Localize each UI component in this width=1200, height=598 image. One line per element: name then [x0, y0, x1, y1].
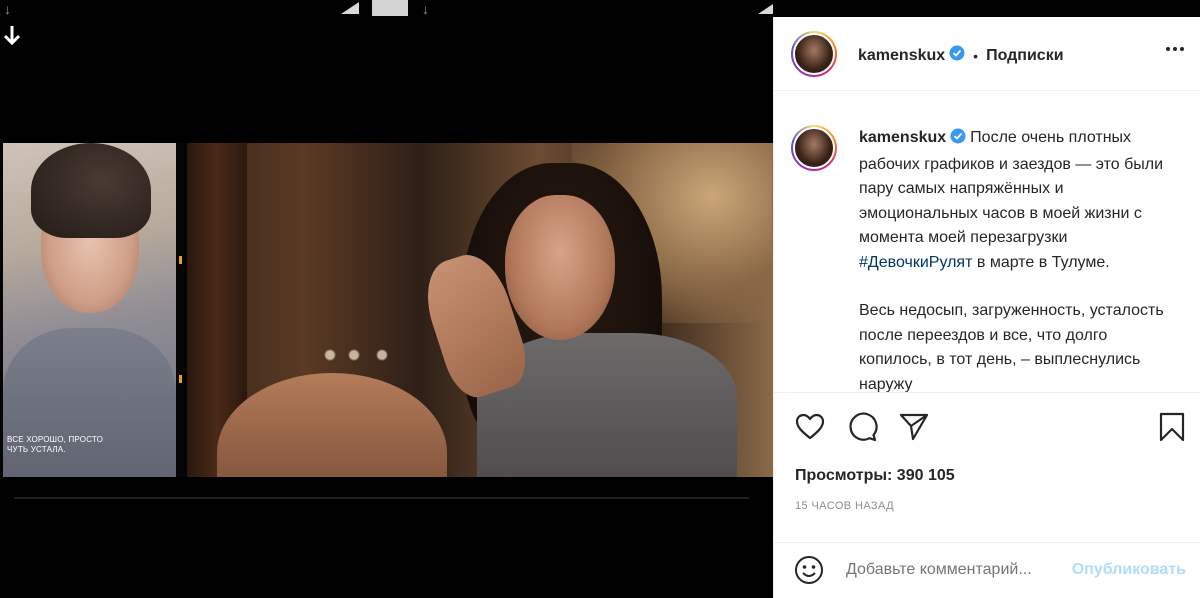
post-timestamp[interactable]: 15 ЧАСОВ НАЗАД [795, 500, 894, 512]
view-count-value: 390 105 [896, 467, 955, 484]
video-subtitle-line: ВСЕ ХОРОШО, ПРОСТО [7, 435, 104, 444]
caption-text: в марте в Тулуме. [972, 253, 1110, 271]
post-sidebar: kamenskux • Подписки kamenskux После очен… [773, 17, 1200, 598]
post-caption: kamenskux После очень плотных рабочих гра… [774, 92, 1200, 392]
caption-paragraph: Весь недосып, загруженность, усталость п… [859, 302, 1164, 392]
following-button[interactable]: Подписки [986, 47, 1063, 65]
video-figure-hair [31, 143, 151, 238]
video-subtitle-line: ЧУТЬ УСТАЛА. [7, 445, 66, 454]
speech-bubble-icon[interactable] [846, 411, 878, 443]
view-count[interactable]: Просмотры: 390 105 [795, 467, 955, 485]
smiley-icon[interactable] [794, 555, 824, 585]
split-marker [179, 375, 182, 383]
view-count-label: Просмотры: [795, 467, 893, 484]
caption-username-link[interactable]: kamenskux [859, 129, 946, 146]
separator-dot: • [973, 47, 979, 64]
caption-text: После очень плотных рабочих графиков и з… [859, 129, 1163, 246]
video-subtitle: ВСЕ ХОРОШО, ПРОСТО ЧУТЬ УСТАЛА. [7, 435, 103, 455]
split-marker [179, 256, 182, 264]
overlay-button[interactable] [372, 0, 408, 16]
overlay-corner-icon [758, 2, 773, 14]
more-options-icon[interactable] [1166, 47, 1184, 51]
video-figure-face [505, 195, 615, 340]
video-right-panel [187, 143, 773, 477]
video-left-panel: ВСЕ ХОРОШО, ПРОСТО ЧУТЬ УСТАЛА. [3, 143, 176, 477]
video-figure-leg [217, 373, 447, 477]
avatar[interactable] [791, 31, 837, 77]
comment-input[interactable] [846, 561, 1058, 579]
post-actions: Просмотры: 390 105 15 ЧАСОВ НАЗАД [774, 392, 1200, 542]
bookmark-icon[interactable] [1156, 411, 1188, 443]
video-scene-lights [322, 343, 402, 367]
verified-badge-icon [949, 45, 965, 66]
post-media[interactable]: ↓ ↓ ↓ ВСЕ ХОРОШО, ПРОСТО ЧУТЬ УСТАЛА. [0, 0, 773, 598]
avatar[interactable] [791, 125, 837, 171]
download-arrow-icon[interactable] [3, 24, 21, 53]
overlay-corner-icon [341, 2, 359, 14]
video-player[interactable]: ВСЕ ХОРОШО, ПРОСТО ЧУТЬ УСТАЛА. [0, 143, 773, 477]
post-header: kamenskux • Подписки [774, 17, 1200, 91]
download-arrow-icon[interactable]: ↓ [4, 2, 11, 16]
comment-form: Опубликовать [774, 542, 1200, 598]
verified-badge-icon [950, 128, 966, 153]
hashtag-link[interactable]: #ДевочкиРулят [859, 254, 972, 271]
heart-icon[interactable] [794, 411, 826, 443]
paper-plane-icon[interactable] [898, 411, 930, 443]
video-progress-bar[interactable] [14, 497, 749, 499]
download-arrow-icon[interactable]: ↓ [422, 2, 429, 16]
publish-button[interactable]: Опубликовать [1072, 561, 1186, 579]
username-link[interactable]: kamenskux [858, 47, 945, 65]
